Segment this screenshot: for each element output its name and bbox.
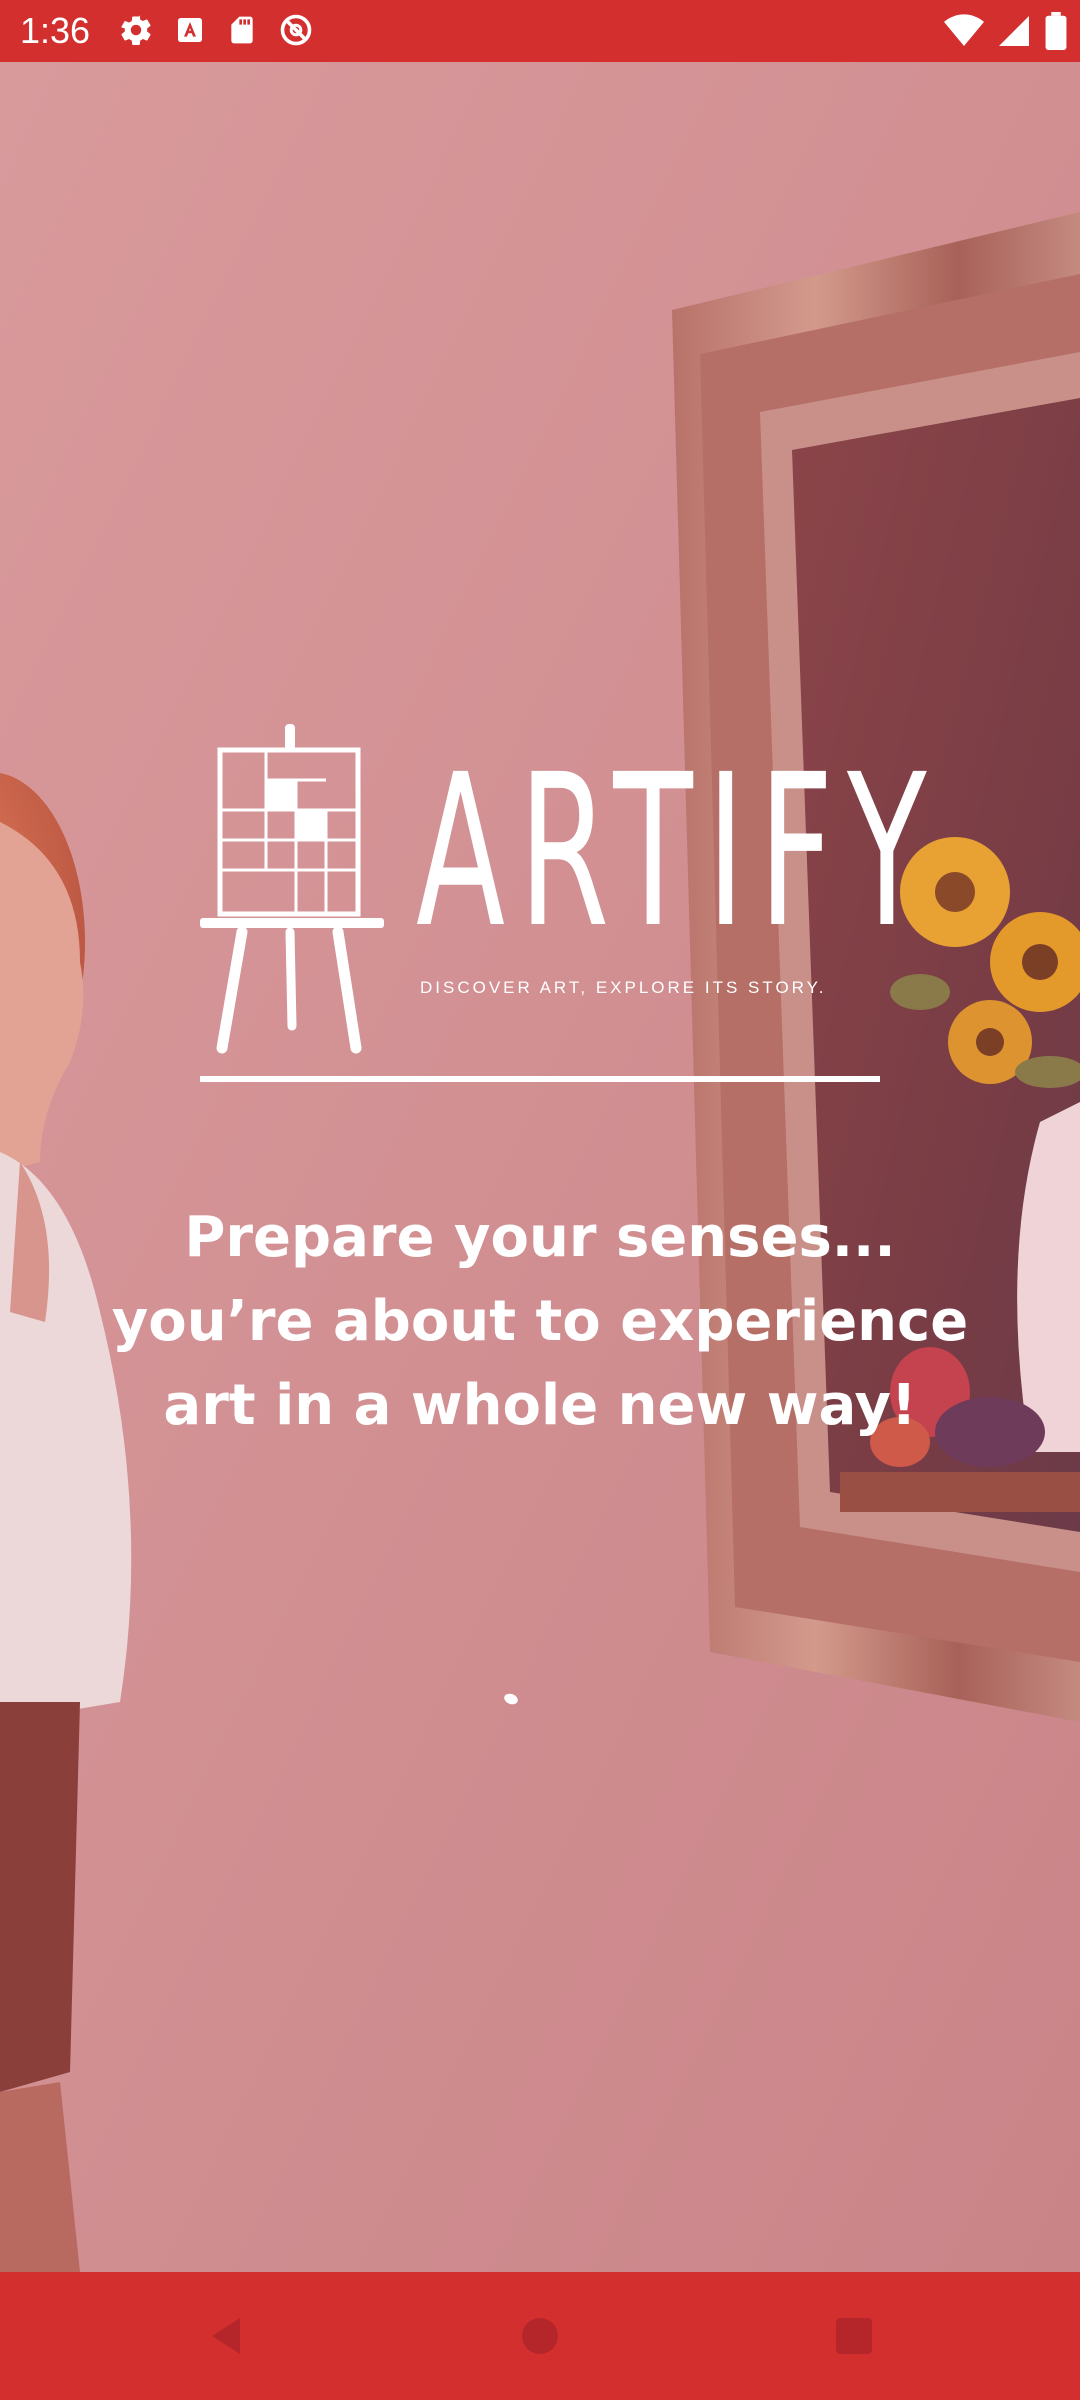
logo-underline <box>200 1076 880 1082</box>
signal-icon <box>996 13 1032 49</box>
settings-icon <box>118 12 154 48</box>
headline-line-3: art in a whole new way! <box>163 1373 917 1438</box>
wifi-icon <box>944 13 984 49</box>
status-time: 1:36 <box>20 10 91 51</box>
navigation-bar <box>0 2272 1080 2400</box>
no-disturb-icon <box>278 12 314 48</box>
artify-logo: ARTIFY DISCOVER ART, EXPLORE ITS STORY. <box>196 722 927 1092</box>
splash-screen: 1:36 ARTIFY DISCOVER ART, EXPLORE ITS ST… <box>0 0 1080 2400</box>
splash-headline: Prepare your senses... you’re about to e… <box>60 1196 1020 1448</box>
home-icon <box>522 2318 558 2354</box>
back-button[interactable] <box>202 2312 250 2360</box>
status-bar: 1:36 <box>0 0 1080 62</box>
status-icons-right <box>944 12 1068 50</box>
back-icon <box>212 2318 240 2354</box>
logo-tagline: DISCOVER ART, EXPLORE ITS STORY. <box>420 978 827 997</box>
logo-wordmark: ARTIFY <box>416 729 941 974</box>
headline-line-1: Prepare your senses... <box>184 1205 896 1270</box>
sd-card-icon <box>226 14 258 46</box>
home-button[interactable] <box>516 2312 564 2360</box>
status-icons-left <box>118 12 314 48</box>
easel-logo-icon <box>200 724 384 1054</box>
battery-icon <box>1044 12 1068 50</box>
recents-button[interactable] <box>830 2312 878 2360</box>
text-a-icon <box>174 14 206 46</box>
headline-line-2: you’re about to experience <box>111 1289 969 1354</box>
background-photo <box>0 62 1080 2272</box>
recents-icon <box>836 2318 872 2354</box>
